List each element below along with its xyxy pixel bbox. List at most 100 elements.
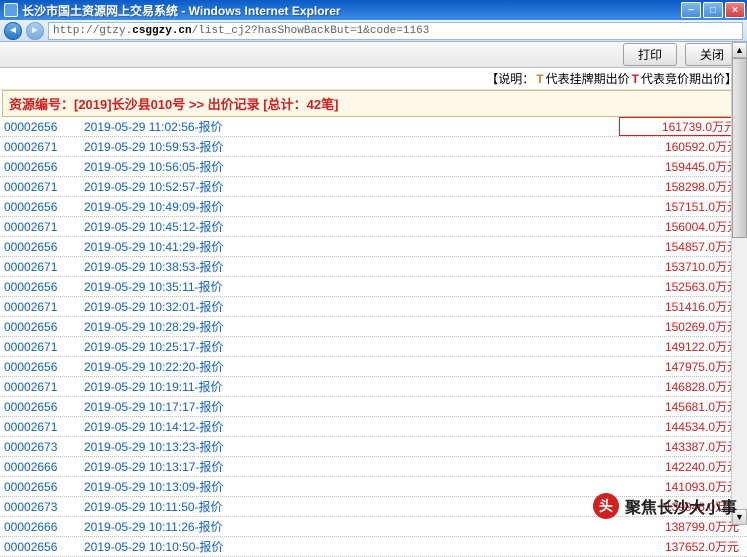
record-id: 00002656: [4, 360, 84, 374]
table-row: 000026712019-05-29 10:25:17-报价149122.0万元: [0, 337, 747, 357]
record-time: 2019-05-29 10:35:11-报价: [84, 278, 619, 295]
legend-t-bidding-icon: T: [632, 72, 639, 86]
record-price: 144534.0万元: [619, 418, 739, 435]
record-price: 156004.0万元: [619, 218, 739, 235]
record-id: 00002671: [4, 300, 84, 314]
window-titlebar: 长沙市国土资源网上交易系统 - Windows Internet Explore…: [0, 0, 747, 20]
record-price: 151416.0万元: [619, 298, 739, 315]
window-title: 长沙市国土资源网上交易系统 - Windows Internet Explore…: [22, 2, 341, 19]
table-row: 000026562019-05-29 10:35:11-报价152563.0万元: [0, 277, 747, 297]
scroll-up-button[interactable]: ▲: [732, 42, 747, 58]
address-bar: ◄ ► http://gtzy.csggzy.cn/list_cj2?hasSh…: [0, 20, 747, 42]
record-time: 2019-05-29 10:41:29-报价: [84, 238, 619, 255]
record-price: 161739.0万元: [619, 117, 739, 136]
maximize-button[interactable]: □: [703, 2, 723, 18]
record-id: 00002671: [4, 420, 84, 434]
table-row: 000026732019-05-29 10:13:23-报价143387.0万元: [0, 437, 747, 457]
record-price: 157151.0万元: [619, 198, 739, 215]
record-price: 146828.0万元: [619, 378, 739, 395]
records-table: 000026562019-05-29 11:02:56-报价161739.0万元…: [0, 117, 747, 557]
table-row: 000026712019-05-29 10:52:57-报价158298.0万元: [0, 177, 747, 197]
back-button[interactable]: ◄: [4, 22, 22, 40]
record-time: 2019-05-29 10:11:26-报价: [84, 518, 619, 535]
resource-header: 资源编号：[2019]长沙县010号 >> 出价记录 [总计：42笔]: [2, 90, 745, 117]
record-price: 154857.0万元: [619, 238, 739, 255]
ie-icon: [4, 3, 18, 17]
record-id: 00002656: [4, 400, 84, 414]
record-time: 2019-05-29 10:13:17-报价: [84, 458, 619, 475]
record-id: 00002656: [4, 120, 84, 134]
table-row: 000026562019-05-29 10:22:20-报价147975.0万元: [0, 357, 747, 377]
record-time: 2019-05-29 10:28:29-报价: [84, 318, 619, 335]
table-row: 000026712019-05-29 10:38:53-报价153710.0万元: [0, 257, 747, 277]
record-time: 2019-05-29 10:11:50-报价: [84, 498, 619, 515]
window-controls: − □ ×: [681, 2, 745, 18]
record-price: 152563.0万元: [619, 278, 739, 295]
record-id: 00002671: [4, 220, 84, 234]
record-id: 00002671: [4, 140, 84, 154]
record-time: 2019-05-29 10:59:53-报价: [84, 138, 619, 155]
legend-label-bidding: 代表竞价期出价】: [641, 70, 737, 87]
record-id: 00002666: [4, 520, 84, 534]
record-price: 149122.0万元: [619, 338, 739, 355]
url-prefix: http://gtzy.: [53, 25, 132, 37]
record-time: 2019-05-29 10:49:09-报价: [84, 198, 619, 215]
scroll-thumb[interactable]: [732, 58, 747, 238]
record-price: 150269.0万元: [619, 318, 739, 335]
close-window-button[interactable]: ×: [725, 2, 745, 18]
record-time: 2019-05-29 10:10:50-报价: [84, 538, 619, 555]
table-row: 000026712019-05-29 10:45:12-报价156004.0万元: [0, 217, 747, 237]
record-price: 158298.0万元: [619, 178, 739, 195]
record-price: 138799.0万元: [619, 518, 739, 535]
record-id: 00002656: [4, 240, 84, 254]
record-price: 143387.0万元: [619, 438, 739, 455]
legend-open: 【说明：: [486, 70, 534, 87]
url-domain: csggzy.cn: [132, 25, 191, 37]
record-id: 00002656: [4, 320, 84, 334]
table-row: 000026662019-05-29 10:13:17-报价142240.0万元: [0, 457, 747, 477]
minimize-button[interactable]: −: [681, 2, 701, 18]
table-row: 000026562019-05-29 11:02:56-报价161739.0万元: [0, 117, 747, 137]
legend-row: 【说明： T 代表挂牌期出价 T 代表竞价期出价】: [0, 68, 747, 90]
record-time: 2019-05-29 10:19:11-报价: [84, 378, 619, 395]
forward-button[interactable]: ►: [26, 22, 44, 40]
record-id: 00002671: [4, 260, 84, 274]
record-time: 2019-05-29 10:52:57-报价: [84, 178, 619, 195]
table-row: 000026662019-05-29 10:11:26-报价138799.0万元: [0, 517, 747, 537]
record-id: 00002656: [4, 160, 84, 174]
record-id: 00002673: [4, 500, 84, 514]
table-row: 000026562019-05-29 10:10:50-报价137652.0万元: [0, 537, 747, 557]
record-time: 2019-05-29 10:22:20-报价: [84, 358, 619, 375]
url-input[interactable]: http://gtzy.csggzy.cn/list_cj2?hasShowBa…: [48, 22, 743, 40]
record-id: 00002666: [4, 460, 84, 474]
record-time: 2019-05-29 10:13:23-报价: [84, 438, 619, 455]
record-time: 2019-05-29 10:17:17-报价: [84, 398, 619, 415]
record-time: 2019-05-29 10:25:17-报价: [84, 338, 619, 355]
vertical-scrollbar[interactable]: ▲ ▼: [731, 42, 747, 525]
record-id: 00002671: [4, 180, 84, 194]
legend-label-listing: 代表挂牌期出价: [546, 70, 630, 87]
table-row: 000026712019-05-29 10:32:01-报价151416.0万元: [0, 297, 747, 317]
record-id: 00002671: [4, 340, 84, 354]
table-row: 000026712019-05-29 10:14:12-报价144534.0万元: [0, 417, 747, 437]
table-row: 000026562019-05-29 10:17:17-报价145681.0万元: [0, 397, 747, 417]
table-row: 000026712019-05-29 10:59:53-报价160592.0万元: [0, 137, 747, 157]
watermark: 头 聚焦长沙大小事: [593, 493, 737, 519]
record-price: 137652.0万元: [619, 538, 739, 555]
record-time: 2019-05-29 10:14:12-报价: [84, 418, 619, 435]
page-toolbar: 打印 关闭: [0, 42, 747, 68]
print-button[interactable]: 打印: [623, 43, 677, 66]
watermark-icon: 头: [593, 493, 619, 519]
record-time: 2019-05-29 10:38:53-报价: [84, 258, 619, 275]
record-id: 00002656: [4, 480, 84, 494]
table-row: 000026562019-05-29 10:41:29-报价154857.0万元: [0, 237, 747, 257]
record-time: 2019-05-29 10:56:05-报价: [84, 158, 619, 175]
record-price: 145681.0万元: [619, 398, 739, 415]
watermark-text: 聚焦长沙大小事: [625, 494, 737, 518]
legend-t-listing-icon: T: [536, 72, 543, 86]
table-row: 000026712019-05-29 10:19:11-报价146828.0万元: [0, 377, 747, 397]
table-row: 000026562019-05-29 10:56:05-报价159445.0万元: [0, 157, 747, 177]
record-time: 2019-05-29 10:32:01-报价: [84, 298, 619, 315]
table-row: 000026562019-05-29 10:28:29-报价150269.0万元: [0, 317, 747, 337]
record-time: 2019-05-29 10:45:12-报价: [84, 218, 619, 235]
